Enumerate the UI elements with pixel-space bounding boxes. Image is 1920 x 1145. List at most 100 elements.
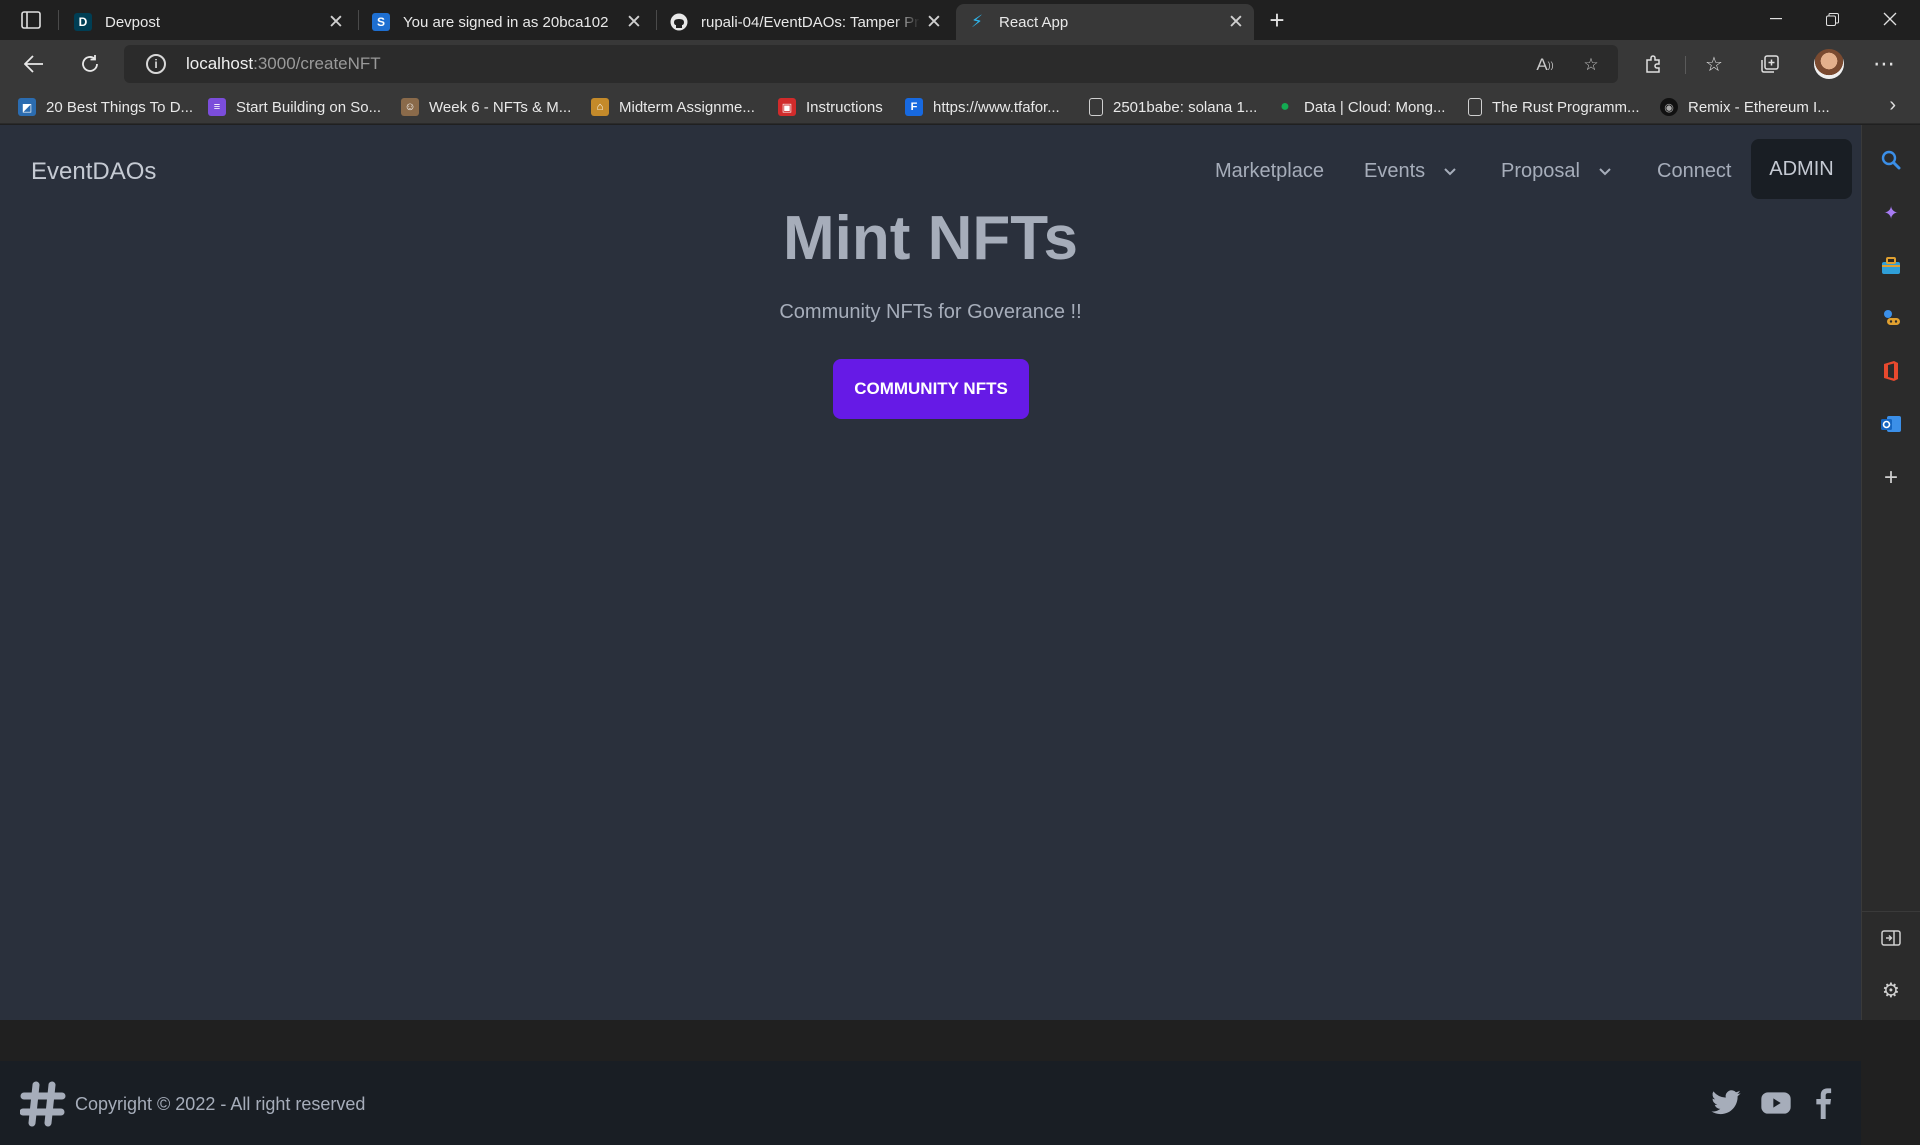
tab-actions-icon: [21, 11, 41, 29]
bookmark-item[interactable]: Fhttps://www.tfafor...: [905, 96, 1060, 118]
close-tab-icon[interactable]: ✕: [920, 8, 948, 36]
facebook-icon[interactable]: [1812, 1087, 1836, 1119]
more-menu-icon[interactable]: ⋯: [1870, 50, 1898, 78]
back-arrow-icon: [24, 55, 43, 73]
bookmark-item[interactable]: ≡ Start Building on So...: [208, 96, 381, 118]
admin-button[interactable]: ADMIN: [1751, 139, 1852, 199]
tab-signed-in[interactable]: S You are signed in as 20bca102 ✕: [360, 4, 652, 40]
devpost-favicon-icon: D: [74, 13, 92, 31]
bookmark-item[interactable]: ☺ Week 6 - NFTs & M...: [401, 96, 571, 118]
tab-devpost[interactable]: D Devpost ✕: [62, 4, 354, 40]
minimize-icon: [1770, 18, 1782, 20]
nav-connect[interactable]: Connect: [1657, 160, 1732, 183]
copyright-text: Copyright © 2022 - All right reserved: [75, 1094, 366, 1114]
nav-marketplace[interactable]: Marketplace: [1215, 160, 1324, 183]
bookmark-item[interactable]: ◩ 20 Best Things To D...: [18, 96, 193, 118]
tab-github[interactable]: rupali-04/EventDAOs: Tamper Pr ✕: [658, 4, 952, 40]
bookmark-favicon-icon: F: [905, 98, 923, 116]
youtube-icon[interactable]: [1760, 1087, 1792, 1119]
address-bar[interactable]: i localhost:3000/createNFT A)) ☆: [124, 45, 1618, 83]
new-tab-button[interactable]: +: [1262, 5, 1292, 35]
bookmark-item[interactable]: The Rust Programm...: [1468, 96, 1640, 118]
collections-icon[interactable]: [1756, 50, 1784, 78]
tab-separator: [358, 10, 359, 30]
nav-label: Connect: [1657, 160, 1732, 182]
bookmark-label: Remix - Ethereum I...: [1688, 98, 1830, 116]
chevron-down-icon: [1599, 168, 1611, 176]
bookmarks-overflow-chevron-icon[interactable]: ›: [1889, 94, 1896, 117]
sidebar-divider: [1862, 911, 1920, 912]
tab-separator: [656, 10, 657, 30]
outlook-icon[interactable]: [1878, 411, 1904, 437]
games-icon[interactable]: [1878, 305, 1904, 331]
solana-icon: ≡: [208, 98, 226, 116]
add-favorite-icon[interactable]: ☆: [1580, 54, 1602, 76]
office-icon[interactable]: [1878, 358, 1904, 384]
mongodb-leaf-icon: ●: [1280, 98, 1290, 115]
twitter-icon[interactable]: [1710, 1087, 1742, 1119]
nav-label: Events: [1364, 160, 1426, 182]
bookmark-item[interactable]: ▣ Instructions: [778, 96, 883, 118]
bookmark-label: Instructions: [806, 98, 883, 116]
reload-button[interactable]: [74, 48, 106, 80]
read-aloud-icon[interactable]: A)): [1534, 54, 1556, 76]
url-host: localhost: [186, 54, 254, 73]
nav-label: Proposal: [1501, 160, 1580, 182]
bookmark-item[interactable]: 2501babe: solana 1...: [1089, 96, 1257, 118]
close-icon: [1883, 12, 1897, 26]
page-title: Mint NFTs: [782, 204, 1078, 273]
page-subtitle: Community NFTs for Goverance !!: [779, 301, 1082, 323]
bookmark-label: https://www.tfafor...: [933, 98, 1060, 116]
bookmark-item[interactable]: ● Data | Cloud: Mong...: [1276, 96, 1445, 118]
bookmark-item[interactable]: ◉ Remix - Ethereum I...: [1660, 96, 1830, 118]
document-icon: [1468, 98, 1482, 116]
close-tab-icon[interactable]: ✕: [620, 8, 648, 36]
house-icon: ⌂: [591, 98, 609, 116]
favorites-icon[interactable]: ☆: [1700, 50, 1728, 78]
tab-title: You are signed in as 20bca102: [403, 13, 609, 31]
close-window-button[interactable]: [1862, 0, 1918, 38]
browser-toolbar: i localhost:3000/createNFT A)) ☆ ☆ ⋯: [0, 40, 1920, 88]
bookmark-label: Midterm Assignme...: [619, 98, 755, 116]
bookmark-item[interactable]: ⌂ Midterm Assignme...: [591, 96, 755, 118]
community-nfts-button[interactable]: COMMUNITY NFTS: [833, 359, 1029, 419]
add-icon[interactable]: +: [1878, 464, 1904, 491]
bookmark-label: Start Building on So...: [236, 98, 382, 116]
document-icon: [1089, 98, 1103, 116]
bookmark-label: The Rust Programm...: [1492, 98, 1640, 116]
settings-gear-icon[interactable]: ⚙: [1878, 977, 1904, 1003]
restore-icon: [1825, 12, 1839, 26]
reload-icon: [82, 55, 98, 72]
site-info-icon[interactable]: i: [146, 54, 166, 74]
url-text[interactable]: localhost:3000/createNFT: [186, 54, 381, 74]
app-page: EventDAOs Marketplace Events Proposal Co…: [0, 125, 1861, 1145]
search-icon[interactable]: [1878, 147, 1904, 173]
bookmark-favicon-icon: ☺: [401, 98, 419, 116]
hide-sidebar-icon[interactable]: [1878, 925, 1904, 951]
minimize-button[interactable]: [1748, 0, 1804, 38]
react-favicon-icon: ⚡: [971, 12, 983, 31]
restore-button[interactable]: [1804, 0, 1860, 38]
github-icon: [670, 13, 688, 31]
edge-sidebar: ✦ + ⚙: [1861, 125, 1920, 1020]
chevron-down-icon: [1444, 168, 1456, 176]
profile-avatar[interactable]: [1814, 49, 1844, 79]
close-tab-icon[interactable]: ✕: [322, 8, 350, 36]
s-favicon-icon: S: [372, 13, 390, 31]
bookmarks-bar: ◩ 20 Best Things To D... ≡ Start Building …: [0, 88, 1920, 124]
extensions-icon[interactable]: [1640, 50, 1668, 78]
bookmark-label: Data | Cloud: Mong...: [1304, 98, 1446, 116]
back-button[interactable]: [18, 48, 50, 80]
nav-proposal[interactable]: Proposal: [1501, 160, 1612, 183]
tab-actions-button[interactable]: [14, 8, 48, 32]
briefcase-icon[interactable]: [1878, 253, 1904, 279]
bookmark-label: 2501babe: solana 1...: [1113, 98, 1258, 116]
sparkle-icon[interactable]: ✦: [1878, 200, 1904, 226]
url-path: :3000/createNFT: [253, 54, 381, 73]
brand-logo[interactable]: EventDAOs: [31, 158, 156, 186]
close-tab-icon[interactable]: ✕: [1222, 8, 1250, 36]
nav-events[interactable]: Events: [1364, 160, 1457, 183]
nav-label: Marketplace: [1215, 160, 1324, 182]
remix-icon: ◉: [1660, 98, 1678, 116]
tab-react-app[interactable]: ⚡ React App ✕: [956, 4, 1254, 40]
